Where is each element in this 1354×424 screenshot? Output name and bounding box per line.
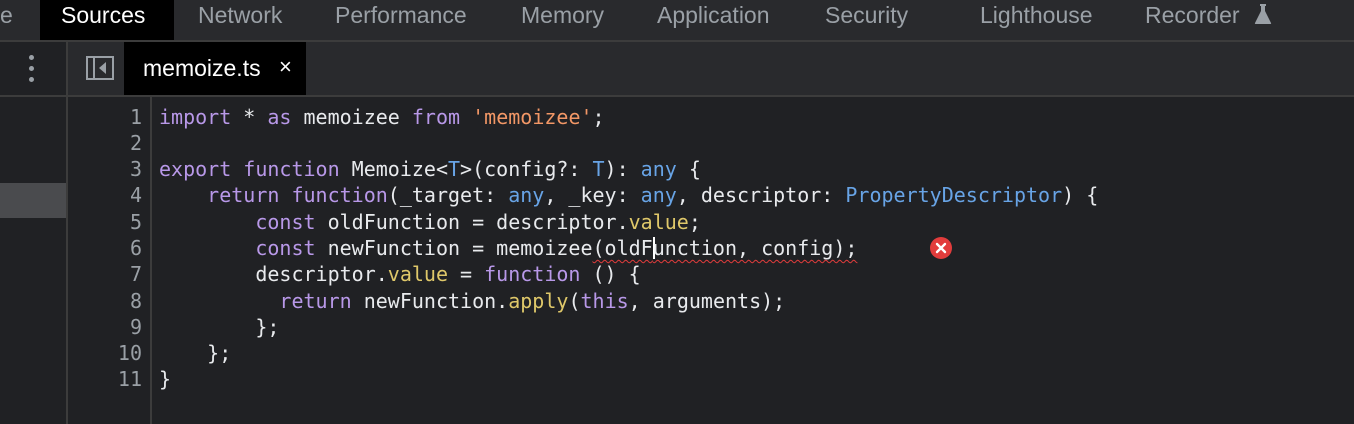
tab-security[interactable]: Security xyxy=(794,0,944,40)
tab-label: Recorder xyxy=(1145,2,1240,28)
file-tab-memoize[interactable]: memoize.ts × xyxy=(124,42,306,95)
code-line-4: return function(_target: any, _key: any,… xyxy=(207,183,1099,207)
line-number: 5 xyxy=(129,210,142,234)
tab-label: Security xyxy=(825,2,909,28)
line-number: 8 xyxy=(129,289,142,313)
error-icon[interactable] xyxy=(930,237,952,259)
tab-label: Memory xyxy=(521,2,605,28)
toggle-navigator-icon[interactable] xyxy=(86,56,114,80)
tab-label: Sources xyxy=(61,2,146,28)
code-line-8: return newFunction.apply(this, arguments… xyxy=(279,289,786,313)
file-tab-label: memoize.ts xyxy=(143,55,261,81)
tab-application[interactable]: Application xyxy=(624,0,794,40)
code-line-7: descriptor.value = function () { xyxy=(255,262,641,286)
code-line-10: }; xyxy=(159,341,232,365)
kebab-menu-icon[interactable] xyxy=(29,55,39,85)
line-number: 10 xyxy=(117,341,142,365)
tab-elements-partial[interactable]: e xyxy=(0,0,40,40)
tab-memory[interactable]: Memory xyxy=(474,0,624,40)
tab-label: Performance xyxy=(335,2,467,28)
line-number: 7 xyxy=(129,262,142,286)
code-line-11: } xyxy=(159,367,172,391)
close-icon[interactable]: × xyxy=(279,54,292,80)
tab-label: e xyxy=(0,2,13,28)
code-line-6: const newFunction = memoizee(oldFunction… xyxy=(255,236,858,260)
line-number: 4 xyxy=(129,183,142,207)
navigator-toolbar xyxy=(0,42,66,97)
error-squiggle: (oldFunction, config); xyxy=(592,236,858,260)
tab-performance[interactable]: Performance xyxy=(294,0,474,40)
code-editor[interactable]: import * as memoizee from 'memoizee'; ex… xyxy=(152,97,1354,424)
line-number: 6 xyxy=(129,236,142,260)
line-number-gutter: 1 2 3 4 5 6 7 8 9 10 11 xyxy=(68,97,152,424)
code-line-1: import * as memoizee from 'memoizee'; xyxy=(159,105,605,129)
flask-icon xyxy=(1254,4,1272,24)
navigator-selected-item[interactable] xyxy=(0,183,66,218)
line-number: 1 xyxy=(129,105,142,129)
line-number: 2 xyxy=(129,131,142,155)
navigator-pane xyxy=(0,42,68,424)
editor-tab-bar: memoize.ts × xyxy=(68,42,1354,97)
code-line-9: }; xyxy=(159,315,280,339)
line-number: 3 xyxy=(129,157,142,181)
tab-label: Application xyxy=(657,2,770,28)
panel-tab-bar: e Sources Network Performance Memory App… xyxy=(0,0,1354,42)
tab-label: Lighthouse xyxy=(980,2,1093,28)
tab-lighthouse[interactable]: Lighthouse xyxy=(944,0,1124,40)
code-line-3: export function Memoize<T>(config?: T): … xyxy=(159,157,701,181)
tab-sources[interactable]: Sources xyxy=(40,0,174,40)
tab-label: Network xyxy=(198,2,283,28)
tab-network[interactable]: Network xyxy=(174,0,294,40)
line-number: 11 xyxy=(117,367,142,391)
code-line-5: const oldFunction = descriptor.value; xyxy=(255,210,701,234)
tab-recorder[interactable]: Recorder xyxy=(1124,0,1284,40)
line-number: 9 xyxy=(129,315,142,339)
